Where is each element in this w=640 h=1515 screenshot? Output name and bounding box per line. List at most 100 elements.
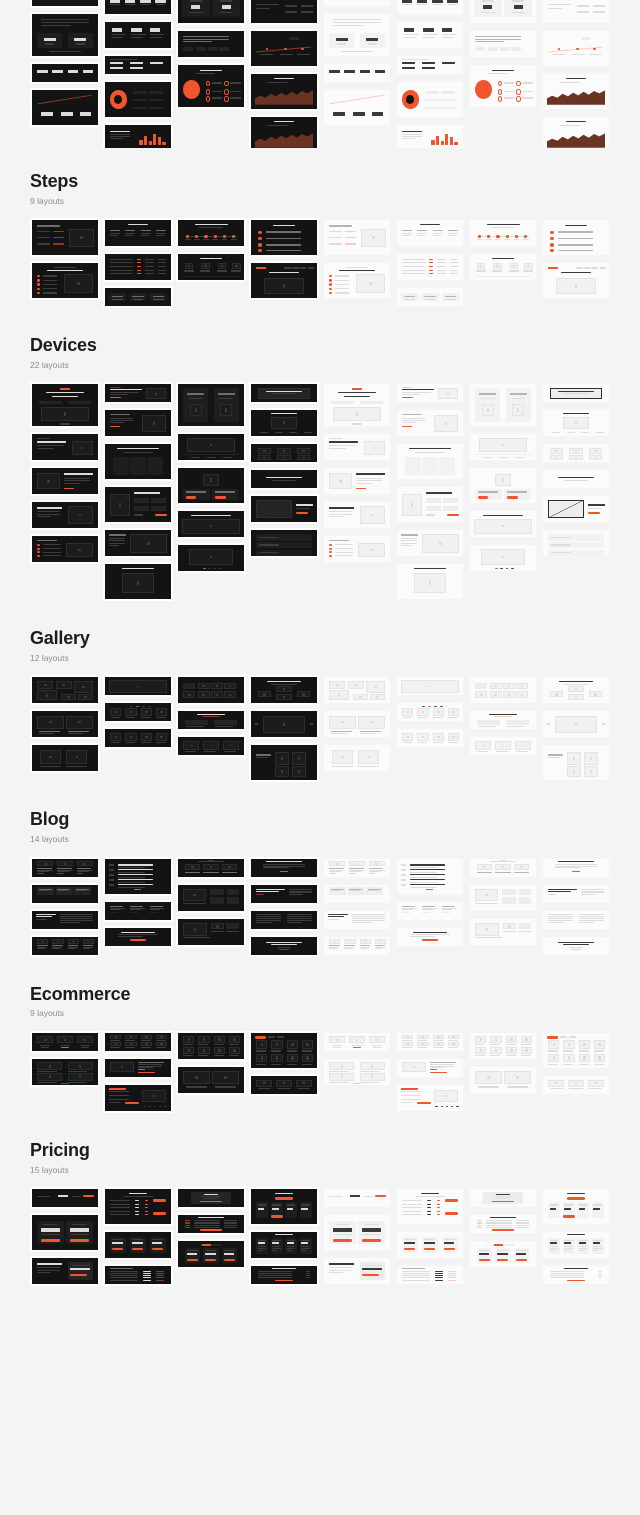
layout-thumbnail-blog-editorial-split[interactable] [322,908,392,931]
layout-thumbnail-shop-grid-eight[interactable] [103,1030,173,1053]
layout-thumbnail-device-cta-pair[interactable] [468,466,538,506]
layout-thumbnail-pricing-comparison-grid[interactable] [249,1229,319,1260]
layout-thumbnail-gallery-masonry-mixed[interactable] [322,675,392,706]
layout-thumbnail-pricing-simple-trio[interactable] [103,1229,173,1260]
layout-thumbnail-pricing-billing-switch[interactable] [468,1238,538,1269]
layout-thumbnail-shop-cart-summary[interactable] [395,1082,465,1113]
layout-thumbnail-metric-row-four[interactable] [395,0,465,16]
layout-thumbnail-pricing-compact-bar[interactable] [30,1186,100,1209]
layout-thumbnail-area-chart-wide[interactable] [249,115,319,148]
layout-thumbnail-steps-numbered-list[interactable] [395,218,465,249]
layout-thumbnail-pricing-compact-bar[interactable] [322,1186,392,1209]
layout-thumbnail-blog-two-column-read[interactable] [249,908,319,931]
layout-thumbnail-blog-featured-trio[interactable] [176,856,246,879]
layout-thumbnail-gallery-mosaic-five[interactable] [541,675,611,706]
layout-thumbnail-stat-trio-labels[interactable] [103,20,173,50]
layout-thumbnail-metric-row-four[interactable] [103,0,173,16]
layout-thumbnail-blog-three-cards[interactable] [322,856,392,879]
layout-thumbnail-pricing-simple-trio[interactable] [395,1229,465,1260]
layout-thumbnail-device-stacked-cards[interactable] [249,528,319,559]
layout-thumbnail-device-quote-frame[interactable] [541,382,611,405]
layout-thumbnail-gallery-three-up[interactable] [176,735,246,758]
layout-thumbnail-steps-timeline-horizontal[interactable] [176,218,246,249]
layout-thumbnail-pricing-faq-cta[interactable] [541,1263,611,1286]
layout-thumbnail-gallery-carousel-dots[interactable] [103,701,173,724]
layout-thumbnail-blog-article-hero[interactable] [541,856,611,879]
layout-thumbnail-shop-catalog-grid[interactable] [176,1030,246,1061]
layout-thumbnail-device-split-text-phone[interactable] [103,382,173,405]
layout-thumbnail-gallery-grid-eight[interactable] [468,675,538,706]
layout-thumbnail-device-app-showcase[interactable] [249,408,319,439]
layout-thumbnail-area-chart-wide[interactable] [249,72,319,111]
layout-thumbnail-gallery-single-large[interactable] [395,675,465,698]
layout-thumbnail-trend-line-three-stats[interactable] [30,88,100,127]
layout-thumbnail-pricing-tier-columns[interactable] [541,1186,611,1226]
layout-thumbnail-gallery-portrait-pair[interactable] [30,743,100,774]
layout-thumbnail-steps-icon-list-right[interactable] [541,218,611,258]
layout-thumbnail-stat-trio-labels[interactable] [395,20,465,50]
layout-thumbnail-blog-featured-trio[interactable] [468,856,538,879]
layout-thumbnail-device-split-text-phone[interactable] [395,382,465,405]
layout-thumbnail-steps-hero-media[interactable] [249,261,319,301]
layout-thumbnail-steps-four-column[interactable] [468,252,538,283]
layout-thumbnail-pricing-two-plan[interactable] [322,1212,392,1252]
layout-thumbnail-area-chart-wide[interactable] [541,115,611,148]
layout-thumbnail-stat-compare-two-up[interactable] [322,12,392,58]
layout-thumbnail-steps-vertical-checklist[interactable] [322,261,392,301]
layout-thumbnail-shop-cart-summary[interactable] [103,1082,173,1113]
layout-thumbnail-shop-quad-products[interactable] [30,1056,100,1087]
layout-thumbnail-blog-meta-columns[interactable] [103,899,173,922]
layout-thumbnail-steps-table-rows[interactable] [395,252,465,283]
layout-thumbnail-sparkline-milestones[interactable] [249,29,319,68]
layout-thumbnail-stat-grid-five[interactable] [103,54,173,76]
layout-thumbnail-pricing-billing-switch[interactable] [176,1238,246,1269]
layout-thumbnail-sparkline-milestones[interactable] [541,29,611,68]
layout-thumbnail-steps-three-cards[interactable] [103,286,173,309]
layout-thumbnail-steps-four-column[interactable] [176,252,246,283]
layout-thumbnail-pricing-tier-columns[interactable] [249,1186,319,1226]
layout-thumbnail-pricing-detail-list[interactable] [468,1212,538,1235]
layout-thumbnail-device-two-phone-compare[interactable] [176,382,246,429]
layout-thumbnail-device-list-media[interactable] [30,466,100,497]
layout-thumbnail-donut-legend-six[interactable] [468,63,538,109]
layout-thumbnail-pricing-addon-list[interactable] [103,1263,173,1286]
layout-thumbnail-gallery-mosaic-five[interactable] [249,675,319,706]
layout-thumbnail-kpi-two-tile[interactable] [468,0,538,25]
layout-thumbnail-blog-grid-mixed[interactable] [468,882,538,913]
layout-thumbnail-device-sidebar-text[interactable] [103,528,173,559]
layout-thumbnail-pricing-comparison-grid[interactable] [541,1229,611,1260]
layout-thumbnail-blog-quote-feature[interactable] [249,934,319,957]
layout-thumbnail-device-tablet-text[interactable] [322,500,392,531]
layout-thumbnail-shop-row-three[interactable] [541,1073,611,1096]
layout-thumbnail-steps-split-media[interactable] [30,218,100,258]
layout-thumbnail-blog-four-up[interactable] [30,934,100,957]
layout-thumbnail-pricing-addon-list[interactable] [395,1263,465,1286]
layout-thumbnail-device-gallery-grid[interactable] [541,442,611,465]
layout-thumbnail-device-sidebar-text[interactable] [395,528,465,559]
layout-thumbnail-blog-card-row[interactable] [468,916,538,947]
layout-thumbnail-pricing-detail-list[interactable] [176,1212,246,1235]
layout-thumbnail-pricing-single-card[interactable] [468,1186,538,1209]
layout-thumbnail-blog-quote-feature[interactable] [541,934,611,957]
layout-thumbnail-shop-catalog-grid[interactable] [468,1030,538,1061]
layout-thumbnail-shop-grid-eight[interactable] [395,1030,465,1053]
layout-thumbnail-kpi-header-bar[interactable] [322,0,392,8]
layout-thumbnail-gallery-row-four[interactable] [395,727,465,750]
layout-thumbnail-gallery-portrait-pair[interactable] [322,743,392,774]
layout-thumbnail-device-stacked-cards[interactable] [541,528,611,559]
layout-thumbnail-steps-vertical-checklist[interactable] [30,261,100,301]
layout-thumbnail-gallery-single-large[interactable] [103,675,173,698]
layout-thumbnail-blog-grid-mixed[interactable] [176,882,246,913]
layout-thumbnail-device-cta-pair[interactable] [176,466,246,506]
layout-thumbnail-gallery-text-grid[interactable] [541,743,611,783]
layout-thumbnail-device-phone-detail[interactable] [103,408,173,439]
layout-thumbnail-shop-quad-products[interactable] [322,1056,392,1087]
layout-thumbnail-device-crossed-frame[interactable] [249,494,319,525]
layout-thumbnail-blog-card-row[interactable] [176,916,246,947]
layout-thumbnail-gallery-grid-eight[interactable] [176,675,246,706]
layout-thumbnail-device-centered-mock[interactable] [395,562,465,602]
layout-thumbnail-steps-hero-media[interactable] [541,261,611,301]
layout-thumbnail-donut-legend-six[interactable] [176,63,246,109]
layout-thumbnail-gallery-row-four[interactable] [103,727,173,750]
layout-thumbnail-shop-product-detail[interactable] [103,1056,173,1079]
